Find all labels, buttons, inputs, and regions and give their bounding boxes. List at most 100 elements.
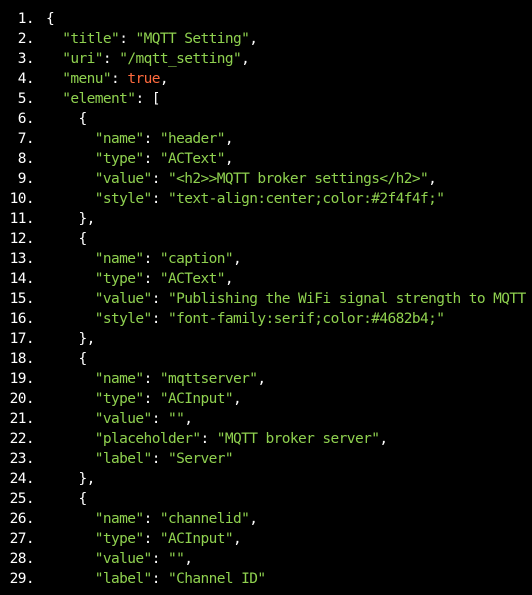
code-text: },	[34, 469, 96, 489]
json-punctuation: :	[102, 51, 120, 67]
json-string-value: "Publishing the WiFi signal strength to …	[167, 291, 526, 307]
line-number: 4.	[17, 71, 35, 87]
json-punctuation: ,	[249, 511, 258, 527]
code-line: 24. },	[0, 469, 532, 489]
line-number: 3.	[17, 51, 35, 67]
code-viewer[interactable]: 1.{2. "title": "MQTT Setting", 3. "uri": …	[0, 0, 532, 595]
json-string-value: "ACText"	[159, 271, 226, 287]
code-line: 27. "type": "ACInput",	[0, 529, 532, 549]
json-punctuation: ,	[233, 251, 242, 267]
code-line: 21. "value": "",	[0, 409, 532, 429]
json-string-value: ""	[167, 551, 185, 567]
code-text: },	[34, 329, 96, 349]
line-number: 1.	[17, 11, 35, 27]
json-key: "element"	[62, 91, 136, 107]
json-punctuation: :	[151, 551, 168, 567]
json-punctuation: {	[78, 111, 88, 127]
json-key: "type"	[94, 151, 144, 167]
json-punctuation: :	[151, 571, 168, 587]
line-number: 26.	[9, 511, 35, 527]
json-punctuation: :	[119, 31, 136, 47]
json-punctuation: {	[78, 351, 88, 367]
json-key: "name"	[94, 131, 144, 147]
code-text: {	[34, 229, 88, 249]
json-punctuation: :	[143, 131, 160, 147]
json-string-value: "channelid"	[159, 511, 250, 527]
json-punctuation: ,	[379, 431, 388, 447]
code-line: 4. "menu": true,	[0, 69, 532, 89]
json-string-value: "Server"	[167, 451, 234, 467]
code-text: {	[34, 9, 55, 29]
line-number: 7.	[17, 131, 35, 147]
json-punctuation: :	[143, 511, 160, 527]
json-key: "label"	[94, 451, 153, 467]
json-punctuation: ,	[233, 531, 242, 547]
json-key: "menu"	[62, 71, 112, 87]
json-punctuation: ,	[428, 171, 437, 187]
json-string-value: "caption"	[159, 251, 234, 267]
line-number: 24.	[9, 471, 35, 487]
json-punctuation: {	[46, 11, 55, 27]
json-key: "value"	[94, 411, 153, 427]
json-key: "uri"	[62, 51, 103, 67]
code-line: 17. },	[0, 329, 532, 349]
json-punctuation: ,	[224, 271, 234, 287]
json-string-value: "text-align:center;color:#2f4f4f;"	[167, 191, 445, 207]
code-line: 20. "type": "ACInput",	[0, 389, 532, 409]
json-punctuation: },	[78, 331, 96, 347]
json-string-value: ""	[167, 411, 185, 427]
code-line: 23. "label": "Server"	[0, 449, 532, 469]
code-text: "name": "channelid",	[34, 509, 258, 529]
line-number: 29.	[9, 571, 35, 587]
json-key: "title"	[62, 31, 120, 47]
json-punctuation: ,	[184, 411, 193, 427]
line-number: 28.	[9, 551, 35, 567]
json-string-value: "<h2>>MQTT broker settings</h2>"	[167, 171, 429, 187]
json-key: "value"	[94, 291, 153, 307]
line-number: 23.	[9, 451, 35, 467]
json-key: "name"	[94, 371, 144, 387]
line-number: 22.	[9, 431, 35, 447]
code-text: "title": "MQTT Setting",	[34, 29, 258, 49]
json-key: "type"	[94, 271, 144, 287]
json-punctuation: },	[78, 211, 96, 227]
code-text: "style": "font-family:serif;color:#4682b…	[34, 309, 445, 329]
code-text: "name": "header",	[34, 129, 234, 149]
json-punctuation: :	[143, 391, 160, 407]
code-line: 19. "name": "mqttserver",	[0, 369, 532, 389]
code-line: 18. {	[0, 349, 532, 369]
json-key: "name"	[94, 251, 144, 267]
code-text: "value": "",	[34, 549, 193, 569]
code-line: 10. "style": "text-align:center;color:#2…	[0, 189, 532, 209]
line-number: 15.	[9, 291, 35, 307]
json-punctuation: :	[143, 251, 160, 267]
code-text: "style": "text-align:center;color:#2f4f4…	[34, 189, 445, 209]
code-text: "value": "<h2>>MQTT broker settings</h2>…	[34, 169, 437, 189]
json-key: "value"	[94, 171, 153, 187]
json-punctuation: :	[143, 531, 160, 547]
json-string-value: "Channel ID"	[167, 571, 266, 587]
code-line: 2. "title": "MQTT Setting",	[0, 29, 532, 49]
json-punctuation: ,	[257, 371, 266, 387]
code-text: "type": "ACText",	[34, 149, 234, 169]
json-punctuation: :	[151, 191, 168, 207]
code-line: 12. {	[0, 229, 532, 249]
code-text: "element": [	[34, 89, 160, 109]
line-number: 5.	[17, 91, 35, 107]
code-line: 11. },	[0, 209, 532, 229]
code-text: "type": "ACText",	[34, 269, 234, 289]
line-number: 12.	[9, 231, 35, 247]
json-string-value: "/mqtt_setting"	[119, 51, 242, 67]
code-line: 26. "name": "channelid",	[0, 509, 532, 529]
code-line: 25. {	[0, 489, 532, 509]
code-line: 16. "style": "font-family:serif;color:#4…	[0, 309, 532, 329]
